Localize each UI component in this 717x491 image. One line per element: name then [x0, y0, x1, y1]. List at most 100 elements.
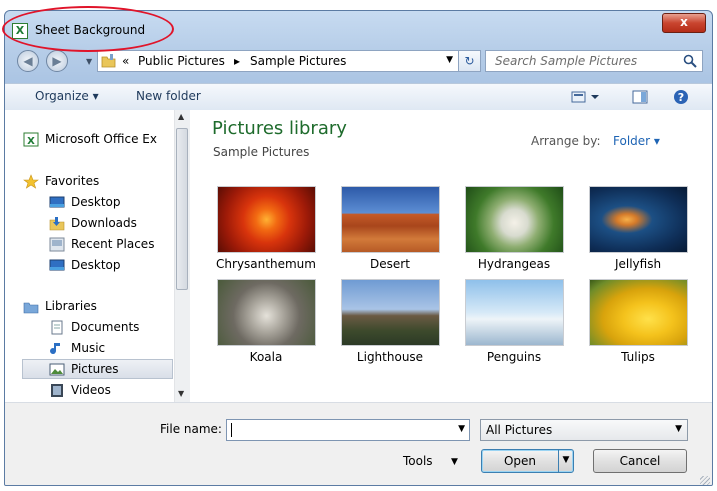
desert-thumbnail — [341, 186, 440, 253]
cancel-button-label: Cancel — [619, 454, 661, 468]
search-placeholder: Search Sample Pictures — [495, 54, 638, 68]
breadcrumb-sample-pictures[interactable]: Sample Pictures — [250, 54, 346, 68]
red-annotation-circle — [2, 6, 174, 52]
sidebar-item-microsoft-office-excel[interactable]: X Microsoft Office Ex — [23, 130, 173, 150]
sidebar-item-label: Documents — [71, 320, 140, 334]
library-title: Pictures library — [212, 118, 347, 139]
main-area: X Microsoft Office Ex Favorites Desktop … — [5, 110, 712, 402]
sidebar-item-music[interactable]: Music — [49, 339, 173, 359]
pictures-icon — [49, 363, 65, 376]
breadcrumb-overflow[interactable]: « — [122, 54, 129, 68]
penguins-thumbnail — [465, 279, 564, 346]
sidebar-item-label: Recent Places — [71, 237, 155, 251]
back-button[interactable]: ◀ — [17, 50, 39, 72]
help-icon[interactable]: ? — [673, 89, 689, 105]
tools-menu[interactable]: Tools — [403, 454, 433, 468]
preview-pane-icon[interactable] — [632, 90, 648, 104]
chrysanthemum-thumbnail — [217, 186, 316, 253]
new-folder-button[interactable]: New folder — [136, 89, 201, 103]
search-icon[interactable] — [683, 54, 697, 68]
sidebar-item-label: Music — [71, 341, 106, 355]
file-name-label: Desert — [370, 257, 410, 271]
navigation-scrollbar[interactable]: ▲ ▼ — [174, 110, 190, 402]
sidebar-item-libraries[interactable]: Libraries — [23, 297, 173, 317]
organize-menu[interactable]: Organize ▾ — [35, 89, 99, 103]
arrange-by-dropdown[interactable]: Folder ▾ — [613, 134, 660, 148]
breadcrumb-separator-icon[interactable]: ▸ — [234, 54, 240, 68]
address-dropdown-icon[interactable]: ▼ — [446, 55, 453, 65]
file-name-label: Penguins — [486, 350, 542, 364]
hydrangeas-thumbnail — [465, 186, 564, 253]
file-dialog-footer: File name: ▼ All Pictures ▼ Tools ▼ Open… — [5, 402, 712, 485]
change-view-icon[interactable] — [571, 91, 601, 103]
navigation-pane: X Microsoft Office Ex Favorites Desktop … — [5, 110, 174, 402]
resize-grip[interactable] — [700, 476, 710, 485]
refresh-button[interactable]: ↻ — [459, 50, 481, 72]
file-type-dropdown-icon: ▼ — [675, 424, 682, 434]
open-button-label: Open — [503, 454, 537, 468]
sidebar-item-desktop-2[interactable]: Desktop — [49, 256, 173, 276]
sidebar-item-videos[interactable]: Videos — [49, 381, 173, 401]
sidebar-item-label: Desktop — [71, 195, 121, 209]
lighthouse-thumbnail — [341, 279, 440, 346]
file-list: Pictures library Sample Pictures Arrange… — [190, 110, 708, 402]
open-split-dropdown-icon[interactable]: ▼ — [558, 450, 573, 472]
sidebar-item-favorites[interactable]: Favorites — [23, 172, 173, 192]
close-button[interactable]: x — [662, 13, 706, 33]
file-item-hydrangeas[interactable]: Hydrangeas — [459, 186, 569, 276]
search-input[interactable]: Search Sample Pictures — [485, 50, 703, 72]
file-name-label: Hydrangeas — [477, 257, 551, 271]
svg-text:X: X — [27, 136, 35, 147]
scroll-up-icon[interactable]: ▲ — [178, 112, 184, 121]
sidebar-item-downloads[interactable]: Downloads — [49, 214, 173, 234]
sidebar-item-label: Microsoft Office Ex — [45, 132, 157, 146]
file-name-label: Chrysanthemum — [216, 257, 316, 271]
file-name-label: Koala — [249, 350, 283, 364]
file-item-lighthouse[interactable]: Lighthouse — [335, 279, 445, 369]
libraries-icon — [23, 302, 39, 314]
file-name-dropdown-icon[interactable]: ▼ — [458, 424, 465, 434]
sheet-background-dialog: X Sheet Background x ◀ ▶ ▼ « Public Pict… — [4, 10, 713, 486]
file-item-tulips[interactable]: Tulips — [583, 279, 693, 369]
scrollbar-thumb[interactable] — [176, 128, 188, 290]
file-item-chrysanthemum[interactable]: Chrysanthemum — [211, 186, 321, 276]
tulips-thumbnail — [589, 279, 688, 346]
command-toolbar: Organize ▾ New folder ? — [5, 83, 712, 111]
file-item-desert[interactable]: Desert — [335, 186, 445, 276]
file-name-label: File name: — [160, 422, 222, 436]
music-icon — [50, 343, 60, 355]
file-name-input[interactable]: ▼ — [226, 419, 470, 441]
sidebar-item-label: Desktop — [71, 258, 121, 272]
jellyfish-thumbnail — [589, 186, 688, 253]
file-item-jellyfish[interactable]: Jellyfish — [583, 186, 693, 276]
tools-dropdown-icon[interactable]: ▼ — [451, 457, 458, 467]
recent-places-icon — [49, 237, 65, 252]
file-item-koala[interactable]: Koala — [211, 279, 321, 369]
downloads-icon — [49, 217, 65, 231]
sidebar-item-label: Downloads — [71, 216, 137, 230]
documents-icon — [51, 320, 63, 335]
sidebar-item-label: Pictures — [71, 362, 119, 376]
sidebar-item-label: Favorites — [45, 174, 100, 188]
videos-icon — [51, 384, 63, 397]
navigation-bar: ◀ ▶ ▼ « Public Pictures ▸ Sample Picture… — [5, 47, 712, 75]
sidebar-item-documents[interactable]: Documents — [49, 318, 173, 338]
file-name-label: Tulips — [621, 350, 655, 364]
file-type-select[interactable]: All Pictures ▼ — [480, 419, 688, 441]
sidebar-item-label: Libraries — [45, 299, 97, 313]
sidebar-item-desktop[interactable]: Desktop — [49, 193, 173, 213]
address-bar[interactable]: « Public Pictures ▸ Sample Pictures ▼ — [97, 50, 459, 72]
scroll-down-icon[interactable]: ▼ — [178, 389, 184, 398]
sidebar-item-pictures[interactable]: Pictures — [22, 359, 173, 379]
file-name-label: Lighthouse — [356, 350, 424, 364]
desktop-icon — [49, 259, 65, 271]
svg-text:?: ? — [678, 91, 684, 104]
file-type-value: All Pictures — [486, 423, 553, 437]
forward-button[interactable]: ▶ — [46, 50, 68, 72]
open-button[interactable]: Open ▼ — [481, 449, 574, 473]
file-item-penguins[interactable]: Penguins — [459, 279, 569, 369]
recent-locations-dropdown[interactable]: ▼ — [86, 57, 92, 66]
breadcrumb-public-pictures[interactable]: Public Pictures — [138, 54, 225, 68]
cancel-button[interactable]: Cancel — [593, 449, 687, 473]
sidebar-item-recent-places[interactable]: Recent Places — [49, 235, 173, 255]
